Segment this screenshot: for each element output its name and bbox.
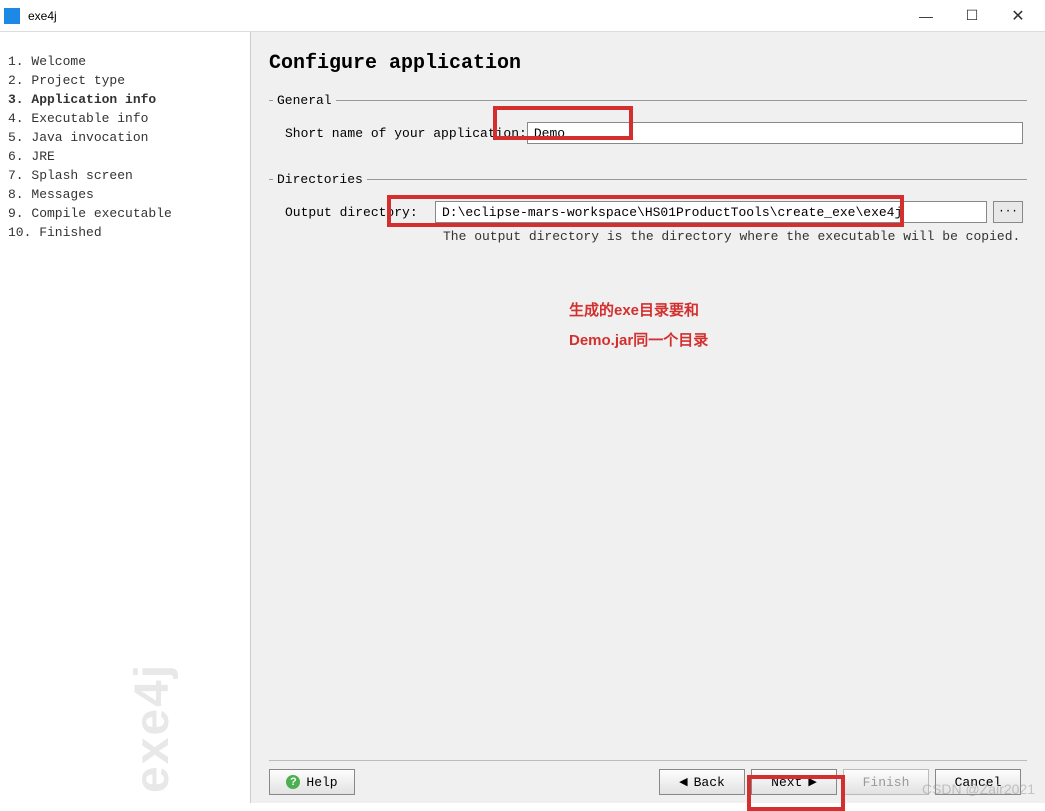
arrow-right-icon: ▶ <box>808 775 816 789</box>
maximize-button[interactable]: ☐ <box>949 1 995 31</box>
wizard-steps: 1. Welcome 2. Project type 3. Applicatio… <box>8 52 242 242</box>
step-finished[interactable]: 10. Finished <box>8 223 242 242</box>
step-executable-info[interactable]: 4. Executable info <box>8 109 242 128</box>
wizard-button-bar: ? Help ◀ Back Next ▶ Finish Cancel <box>269 760 1027 795</box>
step-jre[interactable]: 6. JRE <box>8 147 242 166</box>
back-button[interactable]: ◀ Back <box>659 769 745 795</box>
directories-legend: Directories <box>273 172 367 187</box>
output-dir-hint: The output directory is the directory wh… <box>273 229 1023 244</box>
finish-button: Finish <box>843 769 929 795</box>
wizard-content: Configure application General Short name… <box>250 32 1045 803</box>
titlebar: exe4j — ☐ ✕ <box>0 0 1045 32</box>
next-button[interactable]: Next ▶ <box>751 769 837 795</box>
arrow-left-icon: ◀ <box>679 775 687 789</box>
cancel-label: Cancel <box>955 775 1002 790</box>
wizard-sidebar: 1. Welcome 2. Project type 3. Applicatio… <box>0 32 250 803</box>
brand-watermark: exe4j <box>125 663 180 793</box>
cancel-button[interactable]: Cancel <box>935 769 1021 795</box>
app-icon <box>4 8 20 24</box>
output-dir-label: Output directory: <box>285 205 435 220</box>
step-compile-executable[interactable]: 9. Compile executable <box>8 204 242 223</box>
annotation-line2: Demo.jar同一个目录 <box>569 326 1027 356</box>
output-dir-input[interactable] <box>435 201 987 223</box>
browse-button[interactable]: ··· <box>993 201 1023 223</box>
general-fieldset: General Short name of your application: <box>269 93 1027 154</box>
step-java-invocation[interactable]: 5. Java invocation <box>8 128 242 147</box>
help-icon: ? <box>286 775 300 789</box>
finish-label: Finish <box>863 775 910 790</box>
help-button[interactable]: ? Help <box>269 769 355 795</box>
step-splash-screen[interactable]: 7. Splash screen <box>8 166 242 185</box>
annotation-line1: 生成的exe目录要和 <box>569 296 1027 326</box>
general-legend: General <box>273 93 336 108</box>
short-name-label: Short name of your application: <box>285 126 527 141</box>
window-controls: — ☐ ✕ <box>903 1 1041 31</box>
close-button[interactable]: ✕ <box>995 1 1041 31</box>
page-title: Configure application <box>269 52 1027 75</box>
window-title: exe4j <box>28 9 903 23</box>
step-welcome[interactable]: 1. Welcome <box>8 52 242 71</box>
help-label: Help <box>306 775 337 790</box>
back-label: Back <box>694 775 725 790</box>
next-label: Next <box>771 775 802 790</box>
annotation-overlay: 生成的exe目录要和 Demo.jar同一个目录 <box>569 296 1027 356</box>
directories-fieldset: Directories Output directory: ··· The ou… <box>269 172 1027 248</box>
short-name-input[interactable] <box>527 122 1023 144</box>
minimize-button[interactable]: — <box>903 1 949 31</box>
step-messages[interactable]: 8. Messages <box>8 185 242 204</box>
step-project-type[interactable]: 2. Project type <box>8 71 242 90</box>
step-application-info[interactable]: 3. Application info <box>8 90 242 109</box>
